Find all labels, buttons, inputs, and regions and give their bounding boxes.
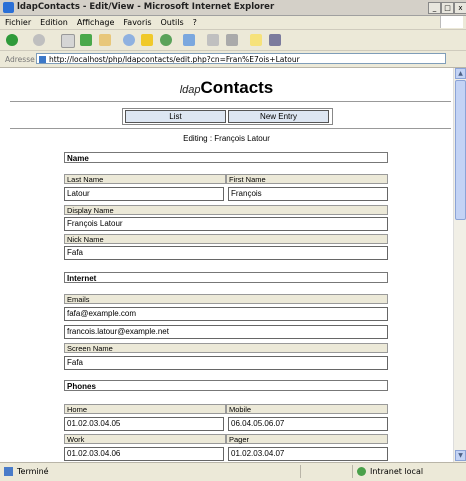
list-button[interactable]: List [125,110,226,123]
toolbar [0,30,466,51]
favorites-icon[interactable] [141,34,153,46]
menu-favoris[interactable]: Favoris [118,16,155,27]
home-icon[interactable] [99,34,111,46]
pager-input[interactable]: 01.02.03.04.07 [228,447,388,461]
window-titlebar: ldapContacts - Edit/View - Microsoft Int… [0,0,466,16]
minimize-button[interactable]: _ [428,2,441,14]
home-input[interactable]: 01.02.03.04.05 [64,417,224,431]
work-label: Work [64,434,226,444]
new-entry-button[interactable]: New Entry [228,110,329,123]
refresh-icon[interactable] [80,34,92,46]
window-title: ldapContacts - Edit/View - Microsoft Int… [17,2,275,12]
mobile-input[interactable]: 06.04.05.06.07 [228,417,388,431]
print-icon[interactable] [207,34,219,46]
work-input[interactable]: 01.02.03.04.06 [64,447,224,461]
status-separator [300,465,301,478]
windows-logo-icon [440,16,463,28]
address-bar: Adresse http://localhost/php/ldapcontact… [0,51,466,68]
status-separator [352,465,353,478]
nick-name-label: Nick Name [64,234,388,244]
page-viewport: ldapContacts List New Entry Editing : Fr… [0,68,453,462]
address-url: http://localhost/php/ldapcontacts/edit.p… [49,55,300,64]
display-name-input[interactable]: François Latour [64,217,388,231]
scroll-down-icon[interactable]: ▼ [455,450,466,461]
email-input-2[interactable]: francois.latour@example.net [64,325,388,339]
close-button[interactable]: x [454,2,466,14]
title-main: Contacts [200,78,274,97]
pager-label: Pager [226,434,388,444]
section-internet: Internet [64,272,388,283]
menu-help[interactable]: ? [188,16,201,27]
first-name-label: First Name [226,174,388,184]
edit-icon[interactable] [226,34,238,46]
menu-bar: Fichier Edition Affichage Favoris Outils? [0,16,466,30]
nav-box: List New Entry [122,108,333,125]
page-done-icon [4,467,13,476]
vertical-scrollbar[interactable]: ▲ ▼ [453,68,466,462]
nick-name-input[interactable]: Fafa [64,246,388,260]
editing-heading: Editing : François Latour [183,134,270,143]
display-name-label: Display Name [64,205,388,215]
forward-icon[interactable] [33,34,45,46]
stop-icon[interactable] [61,34,75,48]
menu-fichier[interactable]: Fichier [0,16,35,27]
home-label: Home [64,404,226,414]
discuss-icon[interactable] [250,34,262,46]
last-name-label: Last Name [64,174,226,184]
status-bar: Terminé Intranet local [0,462,466,481]
mail-icon[interactable] [183,34,195,46]
scroll-up-icon[interactable]: ▲ [455,68,466,79]
address-input[interactable]: http://localhost/php/ldapcontacts/edit.p… [36,53,446,64]
first-name-input[interactable]: François [228,187,388,201]
scroll-thumb[interactable] [455,80,466,220]
menu-affichage[interactable]: Affichage [72,16,119,27]
mobile-label: Mobile [226,404,388,414]
history-icon[interactable] [160,34,172,46]
divider-top [10,101,451,102]
email-input-1[interactable]: fafa@example.com [64,307,388,321]
emails-label: Emails [64,294,388,304]
last-name-input[interactable]: Latour [64,187,224,201]
page-title: ldapContacts [0,78,453,98]
maximize-button[interactable]: □ [441,2,454,14]
intranet-zone-icon [357,467,366,476]
page-icon [39,56,46,63]
menu-edition[interactable]: Edition [35,16,72,27]
title-prefix: ldap [179,84,201,96]
section-name: Name [64,152,388,163]
ie-app-icon [3,2,14,13]
messenger-icon[interactable] [269,34,281,46]
screen-name-input[interactable]: Fafa [64,356,388,370]
status-text: Terminé [17,467,49,476]
back-icon[interactable] [6,34,18,46]
zone-text: Intranet local [370,467,424,476]
screen-name-label: Screen Name [64,343,388,353]
menu-outils[interactable]: Outils [156,16,188,27]
search-icon[interactable] [123,34,135,46]
divider-nav [10,128,451,129]
address-label: Adresse [5,55,35,64]
section-phones: Phones [64,380,388,391]
